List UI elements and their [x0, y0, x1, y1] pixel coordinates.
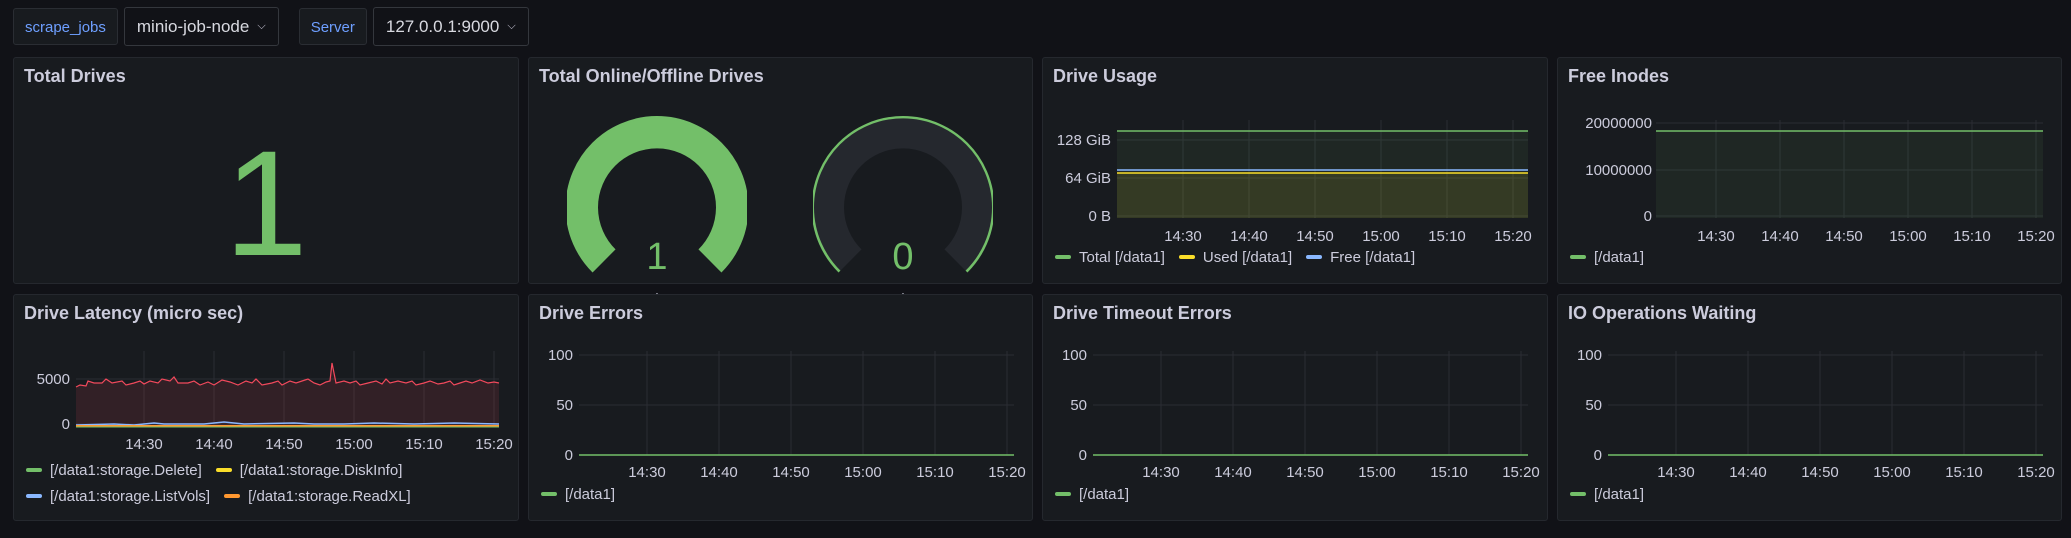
y-tick: 100 — [548, 347, 573, 364]
legend-item[interactable]: [/data1:storage.Delete] — [26, 457, 202, 483]
legend-item[interactable]: [/data1] — [1570, 244, 1644, 270]
panel-drive-timeout-errors[interactable]: Drive Timeout Errors 100 50 0 14:30 14:4… — [1042, 294, 1548, 521]
x-tick: 14:40 — [1230, 228, 1268, 245]
legend: [/data1] — [1570, 244, 1644, 270]
legend-item[interactable]: [/data1] — [541, 481, 615, 507]
chevron-down-icon: ⌵ — [507, 20, 516, 32]
scrape-jobs-value: minio-job-node — [136, 17, 250, 36]
x-tick: 15:10 — [1953, 228, 1991, 245]
legend: Total [/data1] Used [/data1] Free [/data… — [1055, 244, 1415, 270]
panel-drive-latency[interactable]: Drive Latency (micro sec) 5000 0 14:30 1… — [13, 294, 519, 521]
y-tick: 20000000 — [1585, 115, 1652, 132]
server-select[interactable]: 127.0.0.1:9000 ⌵ — [372, 7, 529, 46]
y-tick: 64 GiB — [1065, 170, 1111, 187]
y-tick: 0 B — [1088, 208, 1111, 225]
y-tick: 50 — [556, 397, 573, 414]
x-tick: 14:30 — [1657, 464, 1695, 481]
server-label: Server — [298, 8, 367, 45]
x-tick: 14:30 — [125, 436, 163, 453]
x-tick: 15:00 — [844, 464, 882, 481]
x-tick: 15:20 — [988, 464, 1026, 481]
panel-drive-usage[interactable]: Drive Usage 128 GiB 64 GiB 0 B 14:30 14:… — [1042, 57, 1548, 284]
x-tick: 14:40 — [1761, 228, 1799, 245]
legend-item[interactable]: [/data1:storage.DiskInfo] — [215, 457, 402, 483]
panel-drive-errors[interactable]: Drive Errors 100 50 0 14:30 14:40 14:50 … — [528, 294, 1033, 521]
scrape-jobs-select[interactable]: minio-job-node ⌵ — [123, 7, 279, 46]
x-tick: 14:50 — [1286, 464, 1324, 481]
x-tick: 15:10 — [405, 436, 443, 453]
y-tick: 100 — [1062, 347, 1087, 364]
legend-item[interactable]: [/data1] — [1055, 481, 1129, 507]
legend: [/data1] — [1055, 481, 1129, 507]
legend: [/data1:storage.Delete] [/data1:storage.… — [26, 457, 506, 509]
x-tick: 15:00 — [1889, 228, 1927, 245]
x-tick: 14:30 — [1142, 464, 1180, 481]
scrape-jobs-label: scrape_jobs — [13, 8, 118, 45]
panel-free-inodes[interactable]: Free Inodes 20000000 10000000 0 14:30 14… — [1557, 57, 2062, 284]
x-tick: 15:10 — [1430, 464, 1468, 481]
y-tick: 0 — [1079, 447, 1087, 464]
x-tick: 14:50 — [1296, 228, 1334, 245]
y-tick: 0 — [1594, 447, 1602, 464]
y-tick: 0 — [565, 447, 573, 464]
panel-title: Total Online/Offline Drives — [539, 66, 764, 86]
x-tick: 14:30 — [628, 464, 666, 481]
panel-io-waiting[interactable]: IO Operations Waiting 100 50 0 14:30 14:… — [1557, 294, 2062, 521]
panel-total-drives[interactable]: Total Drives 1 — [13, 57, 519, 284]
x-tick: 15:20 — [475, 436, 513, 453]
panel-title: Total Drives — [24, 66, 126, 86]
y-tick: 10000000 — [1585, 162, 1652, 179]
x-tick: 14:50 — [265, 436, 303, 453]
x-tick: 14:50 — [1825, 228, 1863, 245]
x-tick: 15:00 — [1873, 464, 1911, 481]
legend-item[interactable]: [/data1:storage.ListVols] — [26, 483, 210, 509]
gauge-offline-value: 0 — [892, 236, 914, 278]
y-tick: 5000 — [37, 371, 70, 388]
y-tick: 0 — [62, 416, 70, 433]
y-tick: 128 GiB — [1057, 132, 1111, 149]
chevron-down-icon: ⌵ — [257, 20, 266, 32]
y-tick: 50 — [1070, 397, 1087, 414]
y-tick: 0 — [1644, 208, 1652, 225]
x-tick: 15:10 — [1945, 464, 1983, 481]
y-tick: 50 — [1585, 397, 1602, 414]
stat-value: 1 — [224, 119, 308, 287]
server-value: 127.0.0.1:9000 — [385, 17, 500, 36]
panel-online-offline[interactable]: Total Online/Offline Drives 1 . 0 . — [528, 57, 1033, 299]
x-tick: 15:00 — [1362, 228, 1400, 245]
x-tick: 15:20 — [2017, 464, 2055, 481]
gauge-offline: 0 . — [811, 108, 995, 308]
gauge-online-value: 1 — [646, 236, 668, 278]
x-tick: 15:20 — [1494, 228, 1532, 245]
x-tick: 14:40 — [1729, 464, 1767, 481]
legend-item[interactable]: [/data1] — [1570, 481, 1644, 507]
x-tick: 14:30 — [1164, 228, 1202, 245]
variable-bar: scrape_jobs minio-job-node ⌵ Server 127.… — [13, 7, 529, 46]
x-tick: 14:50 — [1801, 464, 1839, 481]
x-tick: 15:00 — [335, 436, 373, 453]
x-tick: 15:10 — [916, 464, 954, 481]
x-tick: 14:30 — [1697, 228, 1735, 245]
x-tick: 15:20 — [2017, 228, 2055, 245]
x-tick: 14:40 — [1214, 464, 1252, 481]
y-tick: 100 — [1577, 347, 1602, 364]
legend-item[interactable]: Free [/data1] — [1306, 244, 1415, 270]
gauge-online: 1 . — [565, 108, 749, 308]
x-tick: 15:10 — [1428, 228, 1466, 245]
x-tick: 15:00 — [1358, 464, 1396, 481]
x-tick: 14:40 — [700, 464, 738, 481]
legend-item[interactable]: [/data1:storage.ReadXL] — [224, 483, 411, 509]
x-tick: 14:40 — [195, 436, 233, 453]
legend-item[interactable]: Total [/data1] — [1055, 244, 1165, 270]
legend: [/data1] — [541, 481, 615, 507]
legend-item[interactable]: Used [/data1] — [1178, 244, 1292, 270]
x-tick: 14:50 — [772, 464, 810, 481]
legend: [/data1] — [1570, 481, 1644, 507]
x-tick: 15:20 — [1502, 464, 1540, 481]
